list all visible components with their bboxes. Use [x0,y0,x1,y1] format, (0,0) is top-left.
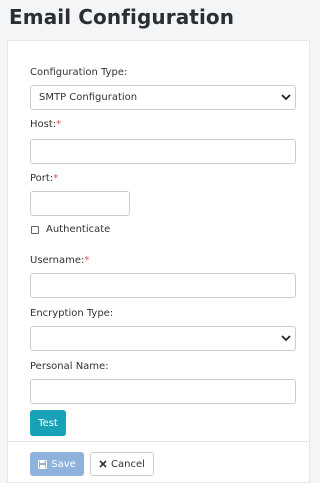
floppy-disk-icon [38,459,48,469]
close-icon [99,460,107,468]
host-label-text: Host: [30,119,57,130]
host-required-mark: * [56,119,62,130]
encryption-type-label-text: Encryption Type: [30,308,114,319]
config-type-label-text: Configuration Type: [30,67,128,78]
host-label: Host:* [30,119,61,130]
config-type-label: Configuration Type: [30,67,127,78]
chevron-down-icon [277,335,295,342]
port-label: Port:* [30,173,58,184]
personal-name-label: Personal Name: [30,361,109,372]
username-label: Username:* [30,255,89,266]
port-label-text: Port: [30,173,54,184]
chevron-down-icon [277,94,295,101]
save-button-label: Save [51,458,76,470]
host-input[interactable] [30,139,296,164]
username-label-text: Username: [30,255,85,266]
footer-divider [7,441,310,442]
port-required-mark: * [53,173,59,184]
cancel-button[interactable]: Cancel [90,452,154,476]
test-button-label: Test [38,417,58,429]
encryption-type-label: Encryption Type: [30,308,113,319]
personal-name-label-text: Personal Name: [30,361,109,372]
personal-name-input[interactable] [30,379,296,404]
test-button[interactable]: Test [30,410,66,436]
authenticate-checkbox[interactable] [31,226,39,234]
port-input[interactable] [30,191,130,216]
config-type-value: SMTP Configuration [39,92,138,103]
username-input[interactable] [30,273,296,298]
cancel-button-label: Cancel [111,458,145,470]
page-title: Email Configuration [9,5,235,29]
authenticate-label: Authenticate [46,224,111,235]
username-required-mark: * [84,255,90,266]
save-button[interactable]: Save [30,452,84,476]
encryption-type-select[interactable] [30,326,296,351]
config-type-select[interactable]: SMTP Configuration [30,85,296,110]
